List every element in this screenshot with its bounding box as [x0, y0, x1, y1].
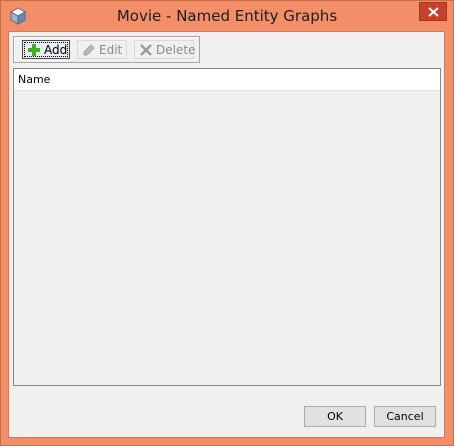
window-title: Movie - Named Entity Graphs — [116, 7, 338, 25]
table-header: Name — [14, 69, 440, 91]
ok-button[interactable]: OK — [304, 406, 366, 427]
entity-graphs-table[interactable]: Name — [13, 68, 441, 386]
dialog-content: Add Edit Delete Name OK Cancel — [8, 31, 445, 438]
x-icon — [140, 43, 152, 56]
dialog-window: Movie - Named Entity Graphs Add Edit Del… — [0, 0, 454, 446]
edit-button[interactable]: Edit — [77, 40, 127, 59]
edit-button-label: Edit — [99, 42, 123, 57]
close-icon — [428, 7, 439, 17]
column-header-name[interactable]: Name — [18, 73, 50, 86]
title-bar[interactable]: Movie - Named Entity Graphs — [1, 1, 453, 31]
toolbar: Add Edit Delete — [13, 36, 200, 63]
delete-button-label: Delete — [156, 42, 196, 57]
delete-button[interactable]: Delete — [134, 40, 196, 59]
cancel-button[interactable]: Cancel — [374, 406, 436, 427]
add-button-label: Add — [44, 42, 68, 57]
add-button[interactable]: Add — [22, 40, 70, 59]
pencil-icon — [83, 43, 95, 56]
close-button[interactable] — [419, 2, 447, 21]
plus-icon — [28, 43, 40, 56]
